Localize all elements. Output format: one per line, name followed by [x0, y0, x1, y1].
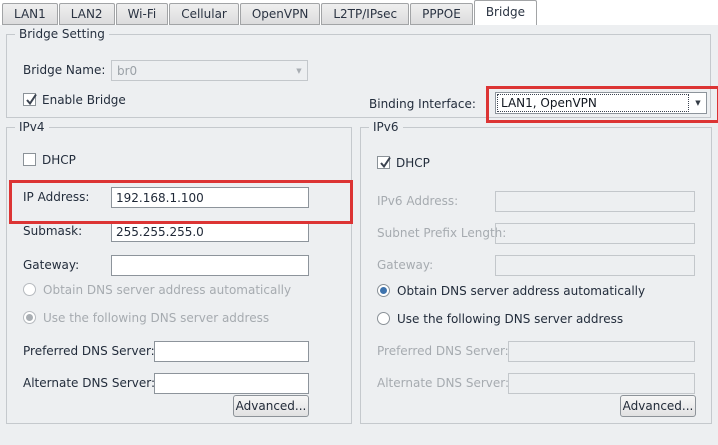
ipv4-dns-auto-label: Obtain DNS server address automatically: [43, 283, 291, 297]
ipv6-dns-manual-label: Use the following DNS server address: [397, 312, 623, 326]
tab-openvpn[interactable]: OpenVPN: [240, 3, 320, 25]
checkbox-box: [377, 156, 390, 169]
ipv6-alternate-dns-label: Alternate DNS Server:: [377, 376, 509, 390]
ipv6-dns-auto-radio[interactable]: Obtain DNS server address automatically: [377, 284, 645, 298]
binding-interface-select[interactable]: LAN1, OpenVPN ▼: [495, 92, 707, 114]
chevron-down-icon: ▼: [291, 66, 307, 76]
subnet-prefix-length-label: Subnet Prefix Length:: [377, 226, 506, 240]
bridge-name-label: Bridge Name:: [23, 63, 105, 77]
tab-cellular[interactable]: Cellular: [169, 3, 239, 25]
ipv6-group: IPv6 DHCP IPv6 Address: Subnet Prefix Le…: [360, 127, 712, 424]
radio-dot: [23, 311, 36, 324]
ipv4-gateway-input[interactable]: [111, 255, 309, 276]
checkmark-icon: [24, 91, 38, 107]
ipv6-alternate-dns-input: [508, 373, 695, 394]
submask-label: Submask:: [23, 224, 82, 238]
ipv6-address-label: IPv6 Address:: [377, 194, 458, 208]
enable-bridge-label: Enable Bridge: [42, 93, 126, 107]
ip-address-input[interactable]: [111, 187, 309, 208]
bridge-settings-screen: LAN1 LAN2 Wi-Fi Cellular OpenVPN L2TP/IP…: [0, 0, 718, 445]
bridge-setting-legend: Bridge Setting: [15, 27, 109, 41]
tab-pppoe[interactable]: PPPOE: [410, 3, 473, 25]
ipv4-dns-auto-radio: Obtain DNS server address automatically: [23, 283, 291, 297]
bridge-name-select: br0 ▼: [111, 60, 308, 81]
bridge-setting-group: Bridge Setting Bridge Name: br0 ▼ Enable…: [6, 34, 711, 118]
enable-bridge-checkbox[interactable]: Enable Bridge: [23, 93, 126, 107]
checkbox-box: [23, 93, 36, 106]
tab-bridge[interactable]: Bridge: [474, 0, 537, 25]
ipv6-dns-auto-label: Obtain DNS server address automatically: [397, 284, 645, 298]
tab-lan1[interactable]: LAN1: [2, 3, 58, 25]
ipv6-address-input: [495, 191, 695, 212]
bridge-name-value: br0: [114, 64, 289, 78]
checkbox-box: [23, 153, 36, 166]
binding-interface-value: LAN1, OpenVPN: [498, 95, 688, 111]
ipv4-preferred-dns-input[interactable]: [154, 341, 309, 362]
radio-dot: [377, 284, 390, 297]
tab-bar: LAN1 LAN2 Wi-Fi Cellular OpenVPN L2TP/IP…: [0, 0, 718, 25]
ipv4-dhcp-label: DHCP: [42, 153, 76, 167]
ipv6-dhcp-checkbox[interactable]: DHCP: [377, 156, 430, 170]
ipv4-dns-manual-radio: Use the following DNS server address: [23, 311, 269, 325]
ipv4-preferred-dns-label: Preferred DNS Server:: [23, 344, 155, 358]
submask-input[interactable]: [111, 221, 309, 242]
radio-dot: [23, 283, 36, 296]
ipv6-dhcp-label: DHCP: [396, 156, 430, 170]
ipv6-dns-manual-radio[interactable]: Use the following DNS server address: [377, 312, 623, 326]
checkmark-icon: [378, 154, 392, 170]
ipv6-gateway-input: [495, 255, 695, 276]
ipv4-group: IPv4 DHCP IP Address: Submask: Gateway: …: [6, 127, 352, 424]
ipv4-gateway-label: Gateway:: [23, 258, 79, 272]
ip-address-label: IP Address:: [23, 190, 89, 204]
tab-wifi[interactable]: Wi-Fi: [116, 3, 169, 25]
ipv6-gateway-label: Gateway:: [377, 258, 433, 272]
ipv4-alternate-dns-input[interactable]: [154, 373, 309, 394]
radio-dot: [377, 312, 390, 325]
ipv6-preferred-dns-input: [508, 341, 695, 362]
chevron-down-icon[interactable]: ▼: [690, 98, 706, 108]
tab-l2tp-ipsec[interactable]: L2TP/IPsec: [321, 3, 409, 25]
ipv6-advanced-button[interactable]: Advanced...: [620, 395, 696, 417]
ipv4-dhcp-checkbox[interactable]: DHCP: [23, 153, 76, 167]
ipv4-legend: IPv4: [15, 120, 49, 134]
ipv4-advanced-button[interactable]: Advanced...: [233, 395, 309, 417]
ipv4-dns-manual-label: Use the following DNS server address: [43, 311, 269, 325]
ipv6-legend: IPv6: [369, 120, 403, 134]
tab-lan2[interactable]: LAN2: [59, 3, 115, 25]
binding-interface-label: Binding Interface:: [369, 97, 476, 111]
ipv4-alternate-dns-label: Alternate DNS Server:: [23, 376, 155, 390]
subnet-prefix-length-input: [495, 223, 695, 244]
bridge-tab-panel: Bridge Setting Bridge Name: br0 ▼ Enable…: [0, 25, 718, 445]
ipv6-preferred-dns-label: Preferred DNS Server:: [377, 344, 509, 358]
